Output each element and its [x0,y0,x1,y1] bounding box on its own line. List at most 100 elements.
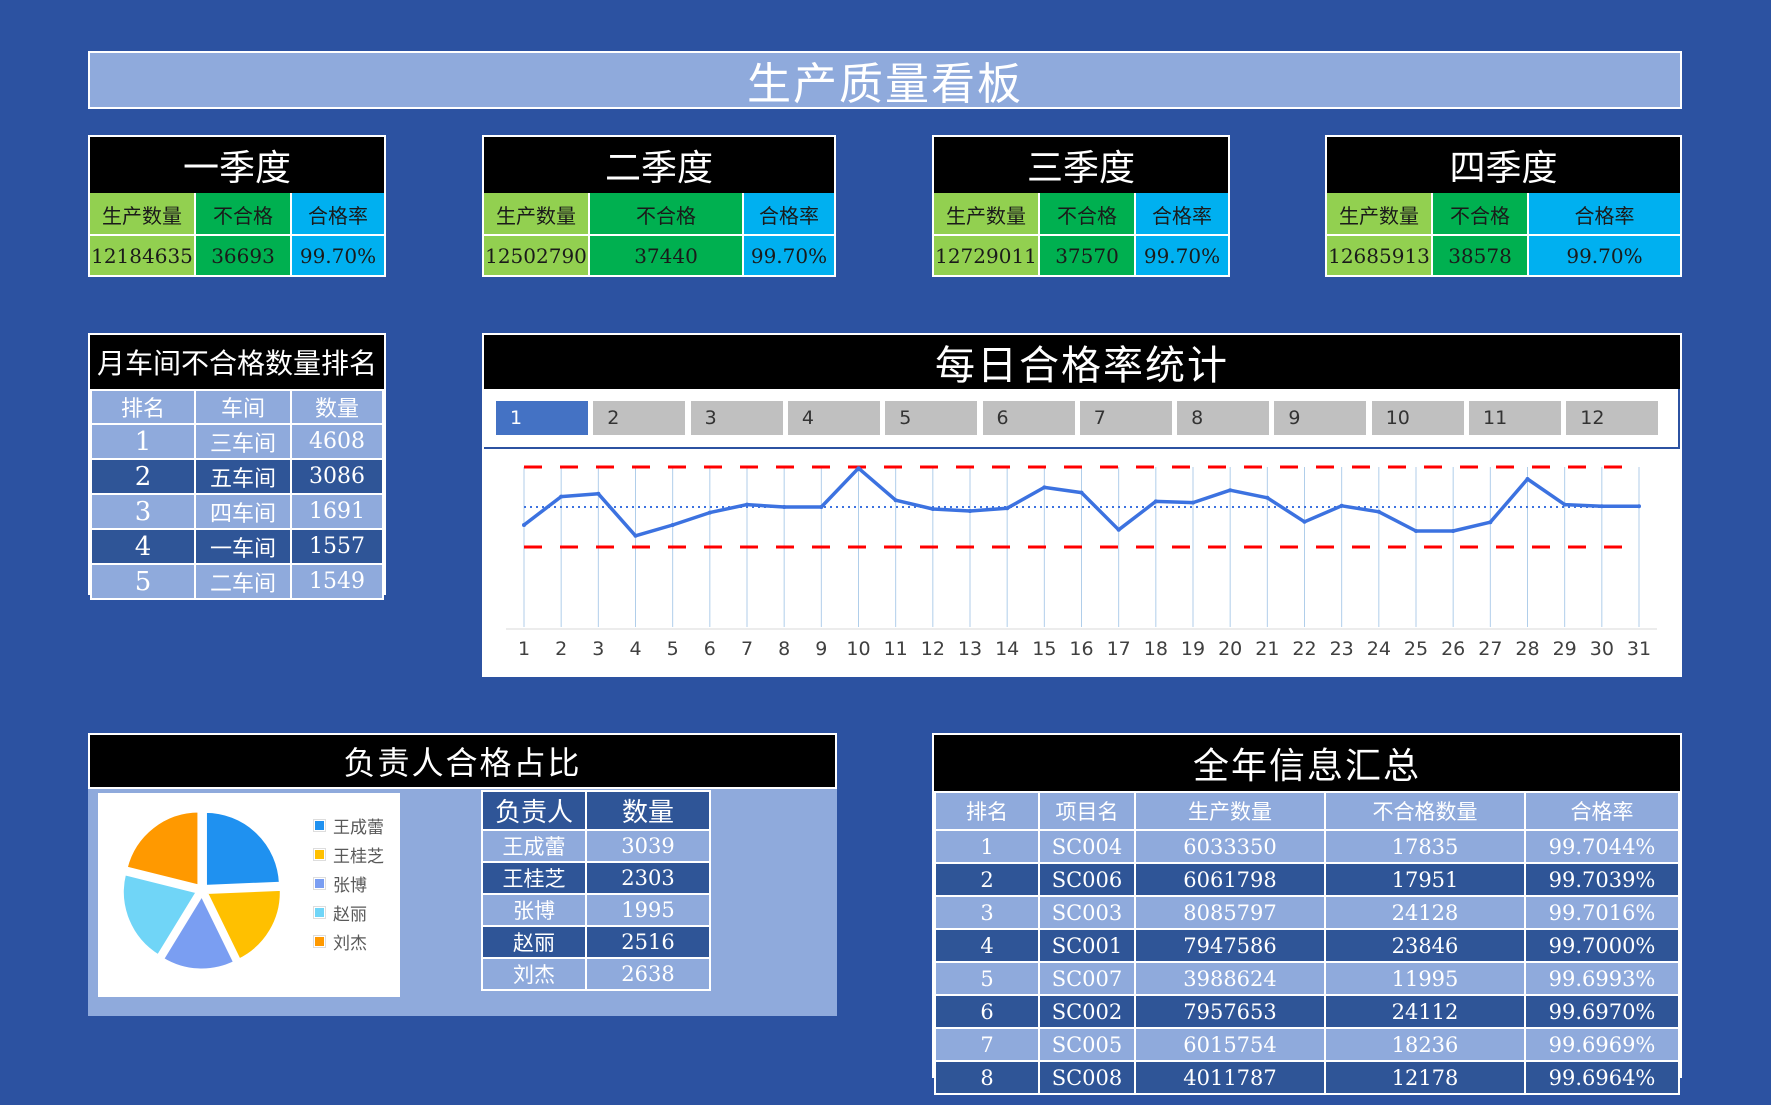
data-point [707,510,712,515]
production-cell: 4011787 [1134,1060,1326,1095]
defects-value: 37570 [1040,234,1134,275]
month-tab-5[interactable]: 5 [885,401,978,435]
x-tick-label: 29 [1553,638,1577,660]
month-tab-4[interactable]: 4 [787,401,880,435]
quarter-card-q1: 一季度 生产数量 不合格 合格率 12184635 36693 99.70% [88,135,386,277]
quarter-title: 一季度 [90,137,384,193]
data-point [930,507,935,511]
legend-item: 张博 [314,871,367,896]
defects-cell: 18236 [1324,1027,1526,1062]
daily-pass-rate-panel: 每日合格率统计 1 2 3 4 5 6 7 8 9 10 11 12 1 2 3 4 5 6 7 8 9 10 11 12 1… [482,333,1682,677]
x-tick-label: 16 [1069,638,1093,660]
month-tab-9[interactable]: 9 [1274,401,1367,435]
defects-cell: 24112 [1324,994,1526,1029]
owner-count-cell: 3039 [585,829,711,863]
production-cell: 7957653 [1134,994,1326,1029]
column-header: 排名 [934,791,1040,831]
production-value: 12685913 [1327,234,1431,275]
x-tick-label: 1 [518,638,530,660]
data-point [1191,500,1195,505]
x-tick-label: 20 [1218,638,1242,660]
data-point [968,509,972,513]
data-point [1599,504,1604,509]
workshop-ranking-title: 月车间不合格数量排名 [90,335,384,389]
month-tab-10[interactable]: 10 [1371,401,1464,435]
x-tick-label: 3 [592,638,604,660]
x-tick-label: 15 [1032,638,1056,660]
data-point [596,491,601,496]
project-cell: SC002 [1038,994,1136,1029]
owner-share-table: 负责人 数量 王成蕾 3039 王桂芝 2303 张博 1995 赵丽 2516… [481,790,711,991]
annual-summary-panel: 全年信息汇总 排名 项目名 生产数量 不合格数量 合格率 1 SC004 60333… [932,733,1682,1095]
data-point [670,523,675,527]
rank-cell: 3 [934,895,1040,930]
table-row: 王桂芝 2303 [481,861,711,895]
owner-name-cell: 王桂芝 [481,861,587,895]
col-label-pass-rate: 合格率 [1136,193,1228,234]
data-point [633,533,638,538]
legend-item: 王成蕾 [314,813,384,838]
x-tick-label: 17 [1107,638,1131,660]
x-tick-label: 27 [1478,638,1502,660]
owner-count-cell: 2516 [585,925,711,959]
pass-rate-value: 99.70% [1529,234,1680,275]
production-cell: 6033350 [1134,829,1326,864]
month-tab-7[interactable]: 7 [1079,401,1172,435]
month-tab-3[interactable]: 3 [690,401,783,435]
pass-rate-cell: 99.7000% [1524,928,1680,963]
column-header: 数量 [585,790,711,831]
x-tick-label: 2 [555,638,567,660]
data-point [1562,502,1567,507]
x-tick-label: 4 [629,638,641,660]
col-label-defects: 不合格 [590,193,742,234]
pass-rate-cell: 99.7016% [1524,895,1680,930]
table-header-row: 排名 车间 数量 [90,389,384,425]
production-cell: 6061798 [1134,862,1326,897]
month-tab-11[interactable]: 11 [1469,401,1561,435]
table-row: 1 SC004 6033350 17835 99.7044% [934,829,1680,864]
x-tick-label: 24 [1367,638,1391,660]
production-cell: 7947586 [1134,928,1326,963]
col-label-production: 生产数量 [484,193,588,234]
legend-label: 刘杰 [333,934,367,954]
owner-count-cell: 2638 [585,957,711,991]
pass-rate-cell: 99.6964% [1524,1060,1680,1095]
table-row: 3 SC003 8085797 24128 99.7016% [934,895,1680,930]
owner-name-cell: 刘杰 [481,957,587,991]
project-cell: SC005 [1038,1027,1136,1062]
data-point [1116,527,1121,532]
month-tab-6[interactable]: 6 [982,401,1075,435]
rank-cell: 2 [934,862,1040,897]
rank-cell: 4 [90,528,196,565]
col-label-pass-rate: 合格率 [744,193,834,234]
table-header-row: 排名 项目名 生产数量 不合格数量 合格率 [934,791,1680,831]
month-tab-1[interactable]: 1 [496,401,588,435]
quarter-card-q3: 三季度 生产数量 不合格 合格率 12729011 37570 99.70% [932,135,1230,277]
x-tick-label: 19 [1181,638,1205,660]
production-value: 12729011 [934,234,1038,275]
month-tab-12[interactable]: 12 [1566,401,1659,435]
table-row: 4 SC001 7947586 23846 99.7000% [934,928,1680,963]
x-tick-label: 11 [884,638,908,660]
month-tab-2[interactable]: 2 [593,401,686,435]
col-label-production: 生产数量 [1327,193,1431,234]
owner-name-cell: 王成蕾 [481,829,587,863]
data-point [819,505,824,509]
x-tick-label: 9 [815,638,827,660]
table-row: 8 SC008 4011787 12178 99.6964% [934,1060,1680,1095]
col-label-pass-rate: 合格率 [1529,193,1680,234]
month-tab-8[interactable]: 8 [1177,401,1270,435]
owner-count-cell: 1995 [585,893,711,927]
pass-rate-value: 99.70% [1136,234,1228,275]
data-point [1488,520,1493,525]
rank-cell: 6 [934,994,1040,1029]
col-label-defects: 不合格 [1433,193,1527,234]
table-row: 5 二车间 1549 [90,563,384,600]
pass-rate-cell: 99.6969% [1524,1027,1680,1062]
project-cell: SC004 [1038,829,1136,864]
x-tick-label: 5 [667,638,679,660]
production-value: 12184635 [90,234,194,275]
workshop-cell: 一车间 [194,528,292,565]
pass-rate-value: 99.70% [292,234,384,275]
data-point [522,523,526,527]
